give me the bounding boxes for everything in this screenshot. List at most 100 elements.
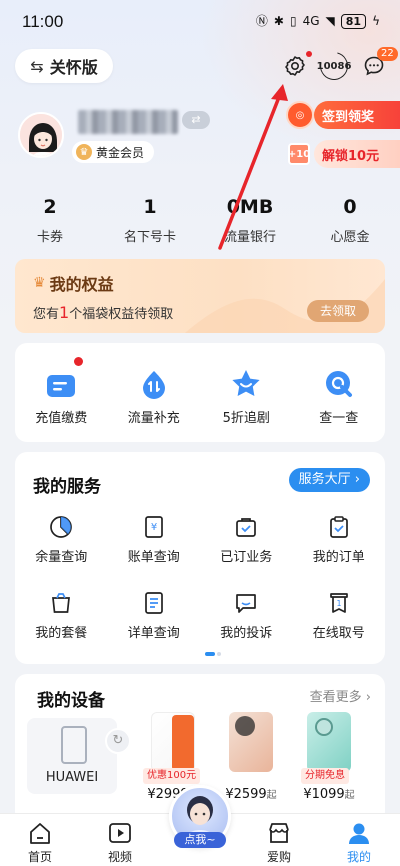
rights-sub-after: 个福袋权益待领取 bbox=[69, 307, 174, 322]
recharge-icon bbox=[45, 357, 84, 399]
service-label: 我的投诉 bbox=[220, 626, 273, 641]
nav-video[interactable]: 视频 bbox=[90, 822, 150, 865]
nav-label: 我的 bbox=[346, 850, 371, 864]
checkin-label: 签到领奖 bbox=[322, 109, 375, 125]
refresh-device-button[interactable]: ↻ bbox=[105, 728, 131, 754]
pie-chart-icon bbox=[48, 514, 74, 540]
stat-value: 1 bbox=[143, 196, 157, 218]
charging-icon: ϟ bbox=[372, 14, 380, 28]
quick-action-label: 流量补充 bbox=[127, 411, 180, 426]
service-hall-button[interactable]: 服务大厅 › bbox=[288, 468, 370, 492]
store-icon bbox=[267, 822, 291, 844]
stat-label: 卡券 bbox=[36, 230, 63, 245]
stat-value: 2 bbox=[43, 196, 57, 218]
hotline-button[interactable]: 10086 bbox=[314, 46, 354, 86]
my-rights-banner[interactable]: ♛ 我的权益 您有1个福袋权益待领取 去领取 bbox=[15, 259, 385, 333]
stat-number-cards[interactable]: 1 名下号卡 bbox=[100, 196, 200, 245]
nav-shopping[interactable]: 爱购 bbox=[249, 822, 309, 865]
quick-action-label: 查一查 bbox=[319, 411, 359, 426]
unlock-label: 解锁10元 bbox=[322, 148, 380, 164]
settings-notification-dot bbox=[306, 51, 312, 57]
nav-home[interactable]: 首页 bbox=[10, 822, 70, 865]
current-device-name: HUAWEI bbox=[45, 770, 99, 785]
devices-see-more-link[interactable]: 查看更多 › bbox=[310, 686, 371, 705]
video-play-icon bbox=[108, 822, 132, 844]
service-subscribed[interactable]: 已订业务 bbox=[200, 510, 293, 586]
coupon-plus-icon[interactable]: +10 bbox=[288, 143, 310, 165]
quick-action-lookup[interactable]: 查一查 bbox=[293, 343, 386, 442]
battery-indicator: 81 bbox=[340, 13, 367, 29]
detail-list-icon bbox=[141, 590, 167, 616]
service-my-package[interactable]: 我的套餐 bbox=[15, 586, 108, 662]
nav-label: 视频 bbox=[107, 850, 132, 864]
package-bag-icon bbox=[48, 590, 74, 616]
assistant-label[interactable]: 点我~ bbox=[174, 832, 226, 848]
phone-ring-icon bbox=[314, 46, 354, 86]
rights-title-text: 我的权益 bbox=[49, 275, 114, 294]
stat-wish-fund[interactable]: 0 心愿金 bbox=[300, 196, 400, 245]
service-label: 我的套餐 bbox=[35, 626, 88, 641]
crown-icon: ♛ bbox=[33, 275, 46, 291]
checkin-wheel-icon[interactable]: ◎ bbox=[286, 101, 314, 129]
nfc-icon: Ⓝ bbox=[255, 14, 268, 28]
nav-label: 首页 bbox=[27, 850, 52, 864]
bill-yen-icon: ¥ bbox=[141, 514, 167, 540]
swap-arrows-icon: ⇆ bbox=[30, 56, 44, 76]
settings-button[interactable] bbox=[281, 51, 312, 80]
services-title: 我的服务 bbox=[33, 477, 101, 497]
search-bubble-icon bbox=[323, 369, 355, 399]
bluetooth-icon: ✱ bbox=[273, 14, 284, 28]
my-services-card: 我的服务 服务大厅 › 余量查询 ¥ 账单查询 已订业务 我的订单 我的套餐 详… bbox=[15, 452, 385, 664]
stat-value: 0MB bbox=[226, 196, 274, 218]
checkin-promo-button[interactable]: 签到领奖 bbox=[314, 101, 400, 129]
service-my-complaints[interactable]: 我的投诉 bbox=[200, 586, 293, 662]
avatar[interactable] bbox=[18, 112, 64, 158]
crown-icon: ♛ bbox=[76, 144, 92, 160]
ticket-number-icon: 1 bbox=[326, 590, 352, 616]
stat-data-bank[interactable]: 0MB 流量银行 bbox=[200, 196, 300, 245]
care-mode-button[interactable]: ⇆ 关怀版 bbox=[15, 49, 113, 83]
care-mode-label: 关怀版 bbox=[49, 58, 98, 77]
product-phone-image bbox=[229, 712, 273, 772]
quick-action-data-topup[interactable]: 流量补充 bbox=[108, 343, 201, 442]
quick-action-label: 充值缴费 bbox=[35, 411, 88, 426]
member-label: 黄金会员 bbox=[96, 145, 145, 160]
vibrate-icon: ▯ bbox=[289, 14, 297, 28]
quick-actions-card: 充值缴费 流量补充 5折追剧 查一查 bbox=[15, 343, 385, 442]
unlock-promo-button[interactable]: 解锁10元 bbox=[314, 140, 400, 168]
message-count-badge: 22 bbox=[377, 47, 398, 61]
service-online-ticket[interactable]: 1 在线取号 bbox=[293, 586, 386, 662]
rights-title: ♛ 我的权益 bbox=[33, 271, 114, 295]
switch-account-button[interactable]: ⇄ bbox=[182, 111, 210, 129]
product-card[interactable]: 分期免息 ¥1099起 bbox=[293, 712, 365, 812]
quick-action-half-price-shows[interactable]: 5折追剧 bbox=[200, 343, 293, 442]
home-icon bbox=[28, 822, 52, 844]
phone-icon bbox=[61, 726, 87, 764]
devices-title: 我的设备 bbox=[37, 691, 105, 711]
rights-sub-before: 您有 bbox=[33, 307, 60, 322]
nav-mine[interactable]: 我的 bbox=[329, 822, 389, 865]
product-card[interactable]: ¥2599起 bbox=[215, 712, 287, 812]
stat-coupons[interactable]: 2 卡券 bbox=[0, 196, 100, 245]
status-bar: 11:00 Ⓝ ✱ ▯ 4G ◥ 81 ϟ bbox=[0, 0, 400, 44]
product-price: ¥1099起 bbox=[303, 787, 355, 802]
data-drop-icon bbox=[138, 369, 170, 399]
member-badge[interactable]: ♛ 黄金会员 bbox=[72, 141, 155, 163]
rights-count: 1 bbox=[59, 303, 70, 322]
quick-action-recharge[interactable]: 充值缴费 bbox=[15, 343, 108, 442]
service-my-orders[interactable]: 我的订单 bbox=[293, 510, 386, 586]
rights-subtitle: 您有1个福袋权益待领取 bbox=[33, 303, 173, 322]
quick-action-label: 5折追剧 bbox=[222, 411, 270, 426]
service-bill-query[interactable]: ¥ 账单查询 bbox=[108, 510, 201, 586]
stat-label: 流量银行 bbox=[223, 230, 276, 245]
recharge-notification-dot bbox=[74, 357, 84, 366]
product-promo-tag: 分期免息 bbox=[301, 768, 349, 784]
star-smile-icon bbox=[230, 369, 262, 399]
claim-rights-button[interactable]: 去领取 bbox=[307, 300, 369, 322]
status-time: 11:00 bbox=[22, 12, 64, 31]
stat-label: 名下号卡 bbox=[123, 230, 176, 245]
stat-label: 心愿金 bbox=[330, 230, 370, 245]
service-balance-query[interactable]: 余量查询 bbox=[15, 510, 108, 586]
product-promo-tag: 优惠100元 bbox=[143, 768, 201, 784]
service-detail-query[interactable]: 详单查询 bbox=[108, 586, 201, 662]
